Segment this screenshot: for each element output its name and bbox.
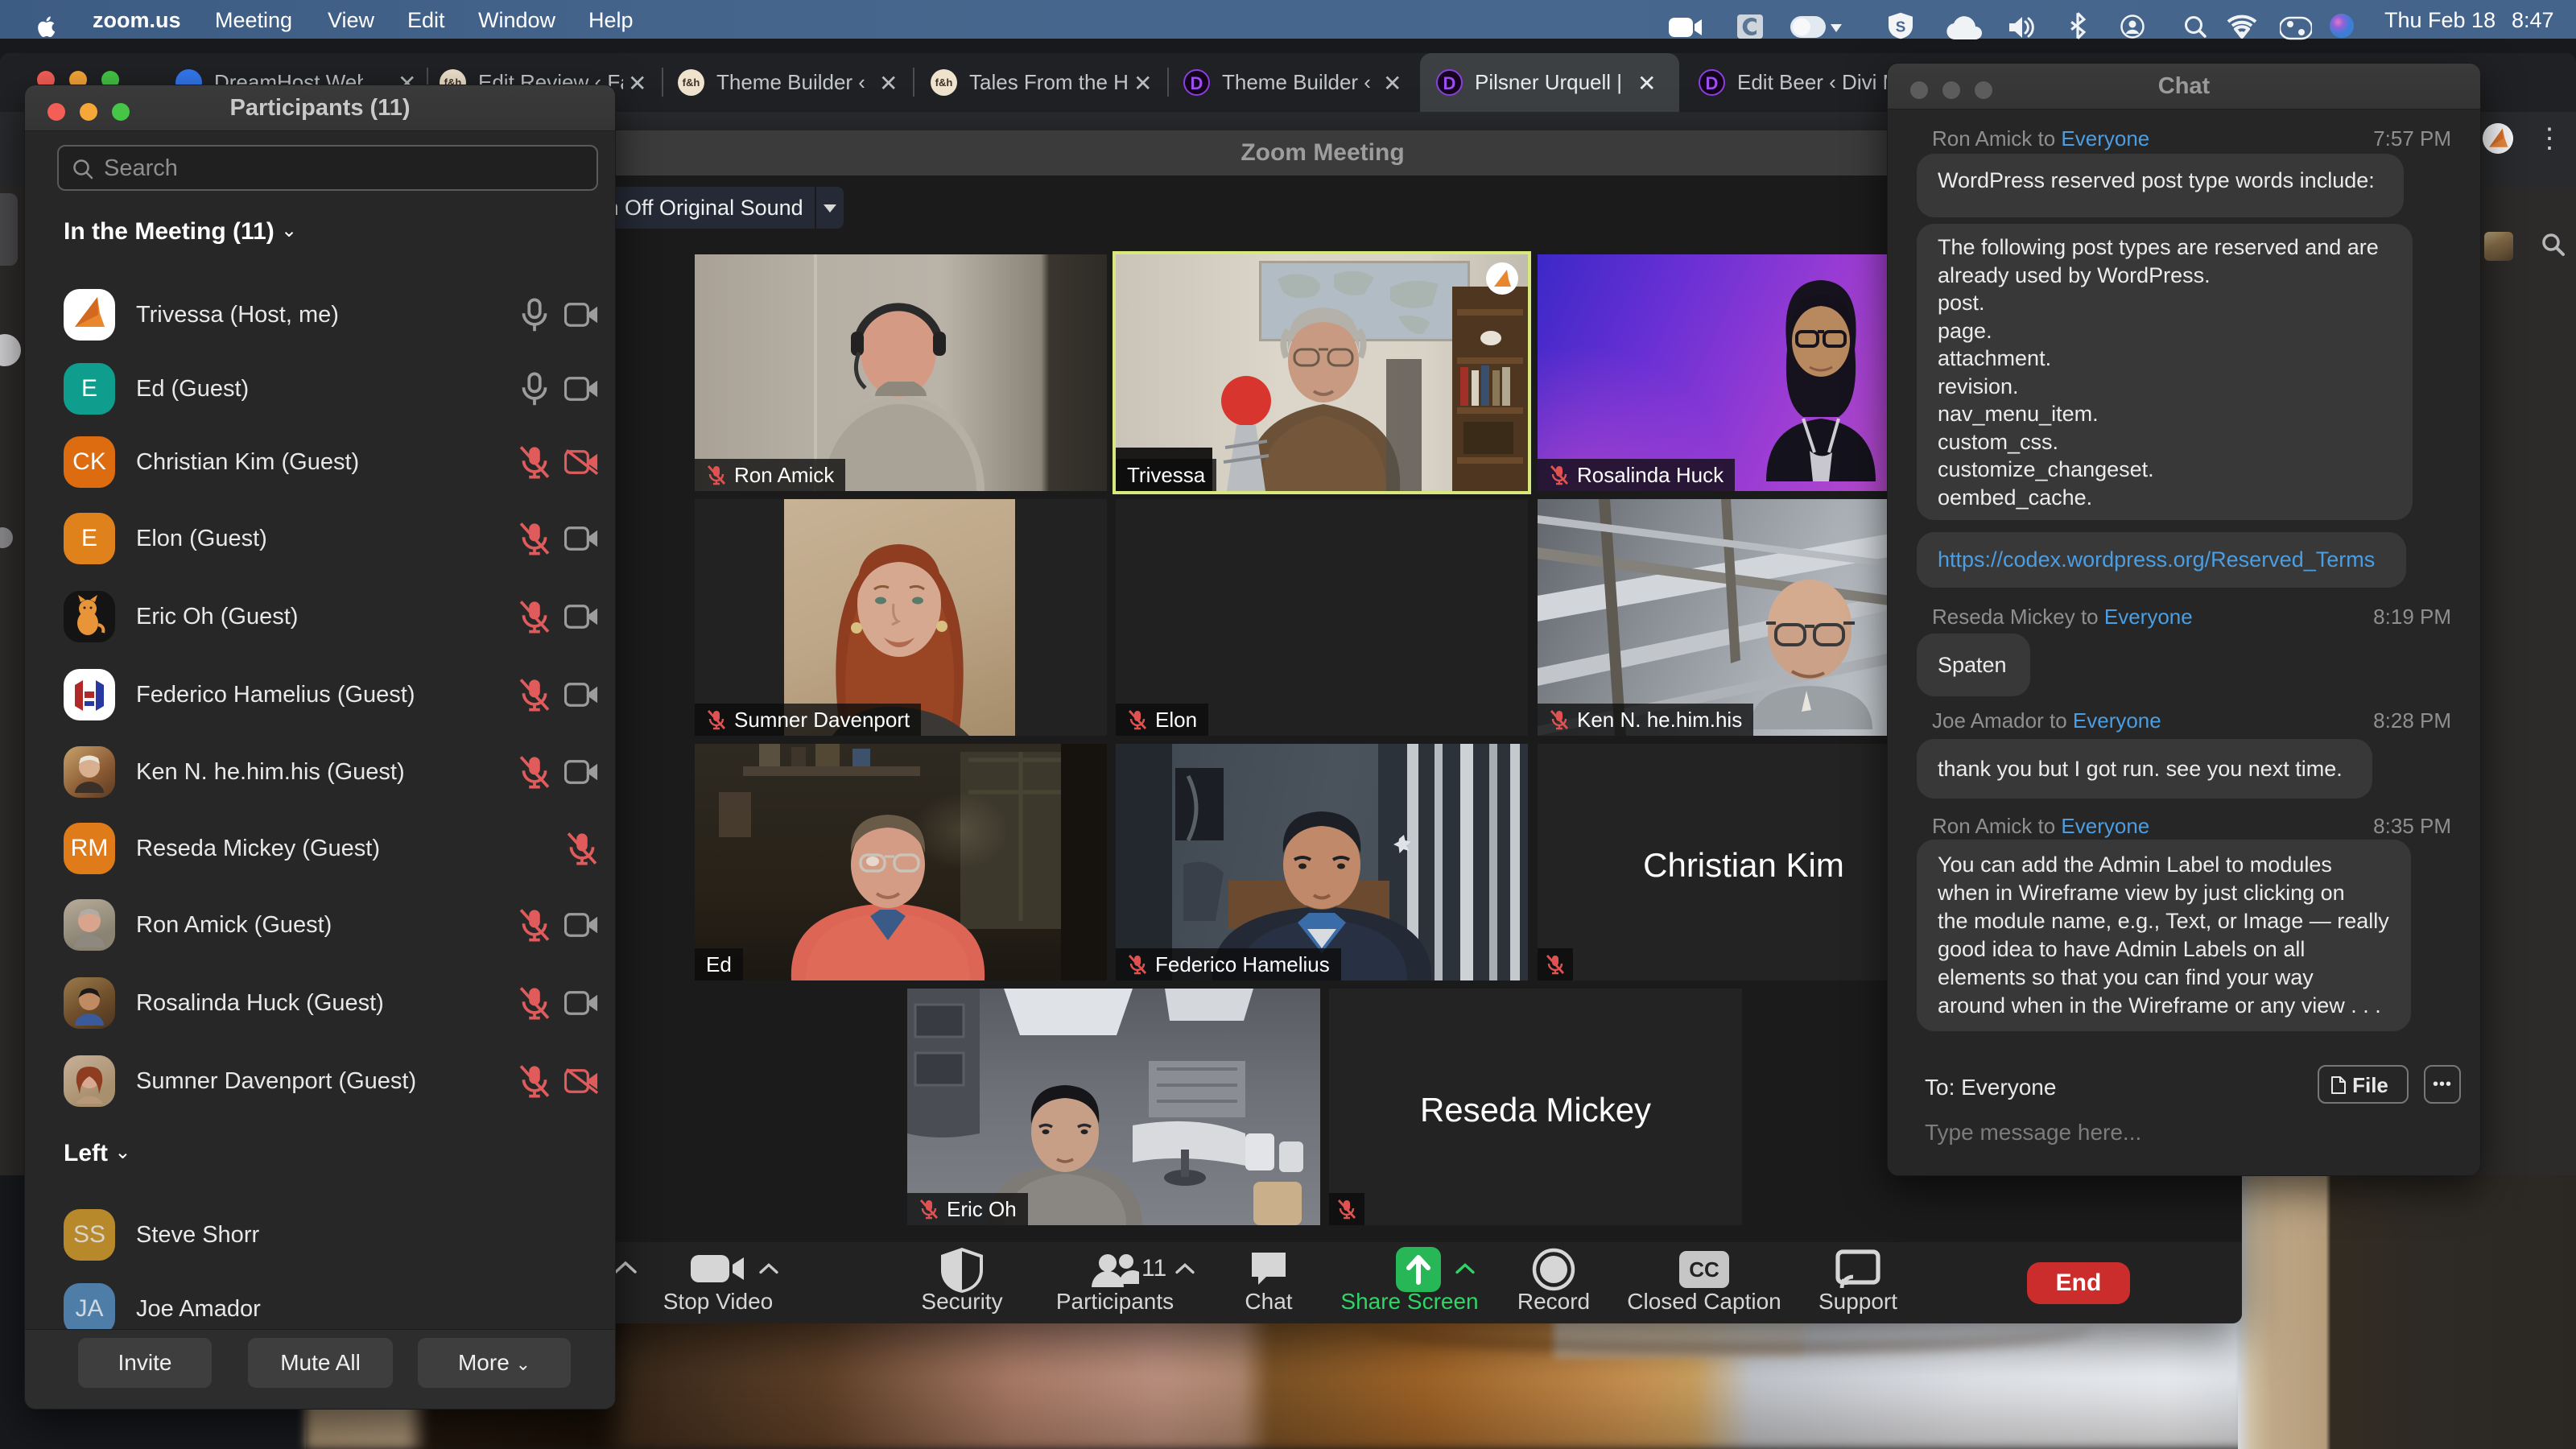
- svg-text:S: S: [1896, 19, 1906, 35]
